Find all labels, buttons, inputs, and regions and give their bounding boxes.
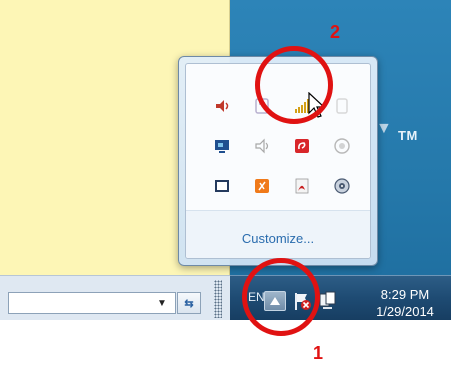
system-clock[interactable]: 8:29 PM 1/29/2014 [362, 286, 448, 320]
tray-icon-1[interactable] [202, 86, 242, 126]
desktop-wallpaper-glyph: ▼ [376, 120, 392, 137]
video-icon [215, 180, 229, 192]
tray-icon-11[interactable] [282, 166, 322, 206]
toolbar-grip[interactable] [214, 280, 222, 318]
acrobat-icon [295, 178, 309, 194]
faded-volume-icon [255, 138, 269, 154]
tray-icon-10[interactable] [242, 166, 282, 206]
refresh-button[interactable]: ⇆ [177, 292, 201, 314]
tray-icon-8[interactable] [322, 126, 362, 166]
customize-link[interactable]: Customize... [186, 231, 370, 246]
annotation-circle-1 [242, 258, 320, 336]
clock-time: 8:29 PM [380, 287, 430, 302]
popup-footer: Customize... [186, 211, 370, 258]
desktop-logo-text: TM [398, 128, 418, 143]
disc-icon [334, 178, 350, 194]
clock-date: 1/29/2014 [376, 304, 434, 319]
volume-icon [216, 100, 229, 112]
orange-app-icon [255, 179, 269, 193]
faded-globe-icon [334, 138, 350, 154]
annotation-number-2: 2 [330, 22, 341, 42]
tray-icon-7[interactable] [282, 126, 322, 166]
network-computer-icon[interactable] [318, 290, 338, 312]
tray-icon-5[interactable] [202, 126, 242, 166]
address-input[interactable] [8, 292, 176, 314]
display-adapter-icon [215, 140, 229, 153]
address-dropdown-icon[interactable]: ▼ [152, 293, 172, 313]
screenshot: ▼ TM ▼ ⇆ EN 8:29 PM 1/29/2014 Customize.… [0, 0, 451, 320]
faded-white-icon [336, 98, 348, 114]
tray-icon-12[interactable] [322, 166, 362, 206]
red-app-icon [295, 139, 309, 153]
tray-icon-9[interactable] [202, 166, 242, 206]
annotation-number-1: 1 [313, 343, 324, 363]
address-bar-strip: ▼ ⇆ [0, 275, 230, 320]
tray-icon-6[interactable] [242, 126, 282, 166]
annotation-circle-2 [255, 46, 333, 124]
